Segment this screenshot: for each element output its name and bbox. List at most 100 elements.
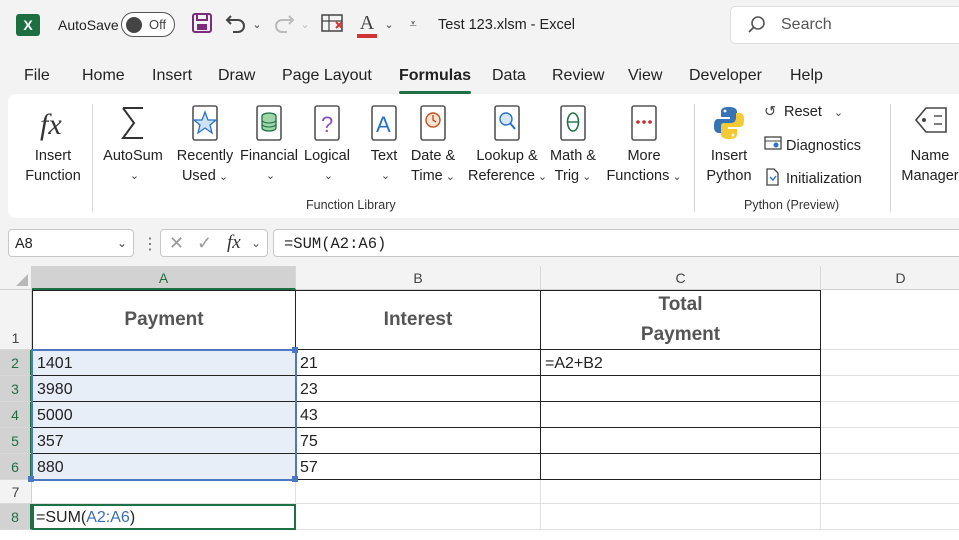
cell-b8[interactable]	[296, 504, 541, 530]
row-header-4[interactable]: 4	[0, 402, 32, 428]
more-functions-label-2: Functions ⌄	[606, 168, 682, 184]
cell-d2[interactable]	[821, 350, 959, 376]
tab-page-layout[interactable]: Page Layout	[282, 67, 372, 85]
logical-button[interactable]: ? Logical ⌄	[294, 102, 360, 186]
cell-c5[interactable]	[541, 428, 821, 454]
row-header-8[interactable]: 8	[0, 504, 32, 530]
row-header-5[interactable]: 5	[0, 428, 32, 454]
cell-d4[interactable]	[821, 402, 959, 428]
insert-python-button[interactable]: Insert Python	[700, 102, 758, 186]
save-icon[interactable]	[190, 12, 214, 38]
chevron-down-icon[interactable]: ⌄	[251, 236, 261, 250]
formula-input[interactable]: =SUM(A2:A6)	[273, 229, 959, 257]
cell-c6[interactable]	[541, 454, 821, 480]
cell-c2[interactable]: =A2+B2	[541, 350, 821, 376]
autosum-button[interactable]: AutoSum ⌄	[100, 102, 166, 186]
cell-c7[interactable]	[541, 480, 821, 504]
formula-bar-grip-icon[interactable]: ⋮	[142, 234, 158, 254]
cell-d5[interactable]	[821, 428, 959, 454]
autosave-toggle[interactable]: Off	[121, 12, 175, 37]
search-box[interactable]: Search	[730, 6, 959, 44]
row-header-2[interactable]: 2	[0, 350, 32, 376]
tab-view[interactable]: View	[628, 67, 662, 85]
diagnostics-label: Diagnostics	[786, 137, 861, 154]
cell-b7[interactable]	[296, 480, 541, 504]
range-handle[interactable]	[292, 347, 298, 353]
cell-a8-active[interactable]: =SUM(A2:A6)	[32, 504, 296, 530]
cell-b2[interactable]: 21	[296, 350, 541, 376]
cell-b5[interactable]: 75	[296, 428, 541, 454]
insert-function-fx-icon[interactable]: fx	[227, 232, 241, 254]
cell-a1[interactable]: Payment	[32, 290, 296, 350]
tab-draw[interactable]: Draw	[218, 67, 255, 85]
row-header-1[interactable]: 1	[0, 290, 32, 350]
customize-toolbar-icon[interactable]: ⩡	[406, 16, 420, 42]
tab-data[interactable]: Data	[492, 67, 526, 85]
undo-icon[interactable]	[224, 12, 248, 38]
toggle-knob	[126, 16, 142, 33]
name-manager-button[interactable]: Name Manager	[900, 102, 959, 186]
range-handle[interactable]	[28, 476, 34, 482]
redo-icon[interactable]	[272, 12, 296, 38]
cell-c4[interactable]	[541, 402, 821, 428]
enter-check-icon[interactable]: ✓	[197, 233, 212, 254]
cell-c1[interactable]: Total Payment	[541, 290, 821, 350]
undo-dropdown-icon[interactable]: ⌄	[250, 18, 264, 44]
search-placeholder: Search	[781, 16, 832, 33]
cell-a2[interactable]: 1401	[32, 350, 296, 376]
cell-b3[interactable]: 23	[296, 376, 541, 402]
tab-file[interactable]: File	[24, 67, 50, 85]
reset-button[interactable]: ↺ Reset ⌄	[764, 104, 843, 120]
delete-sheet-columns-icon[interactable]	[320, 12, 346, 38]
insert-function-button[interactable]: fx Insert Function	[20, 102, 86, 186]
date-time-button[interactable]: Date & Time ⌄	[402, 102, 464, 187]
cell-d7[interactable]	[821, 480, 959, 504]
reset-label: Reset	[784, 104, 822, 120]
cell-a7[interactable]	[32, 480, 296, 504]
column-header-a[interactable]: A	[32, 266, 296, 290]
tab-review[interactable]: Review	[552, 67, 604, 85]
cell-a5[interactable]: 357	[32, 428, 296, 454]
tab-home[interactable]: Home	[82, 67, 125, 85]
cell-value: 3980	[37, 381, 73, 398]
question-book-icon: ?	[314, 105, 340, 141]
cancel-icon[interactable]: ✕	[169, 233, 184, 254]
column-header-c[interactable]: C	[541, 266, 821, 290]
name-manager-label-1: Name	[910, 148, 950, 164]
cell-b1[interactable]: Interest	[296, 290, 541, 350]
header-payment: Payment	[124, 309, 204, 330]
text-button[interactable]: A Text ⌄	[360, 102, 408, 186]
initialization-button[interactable]: Initialization	[764, 168, 862, 190]
lookup-reference-button[interactable]: Lookup & Reference ⌄	[468, 102, 547, 187]
cell-d3[interactable]	[821, 376, 959, 402]
cell-c3[interactable]	[541, 376, 821, 402]
tab-formulas[interactable]: Formulas	[399, 67, 472, 94]
select-all-corner[interactable]	[0, 266, 32, 290]
header-interest: Interest	[383, 309, 453, 330]
row-header-7[interactable]: 7	[0, 480, 32, 504]
diagnostics-button[interactable]: Diagnostics	[764, 136, 861, 156]
column-header-b[interactable]: B	[296, 266, 541, 290]
tab-developer[interactable]: Developer	[689, 67, 762, 85]
cell-d1[interactable]	[821, 290, 959, 350]
range-handle[interactable]	[292, 476, 298, 482]
cell-d8[interactable]	[821, 504, 959, 530]
cell-b6[interactable]: 57	[296, 454, 541, 480]
column-header-d[interactable]: D	[821, 266, 959, 290]
ribbon: fx Insert Function AutoSum ⌄ Recently Us…	[8, 94, 959, 218]
cell-a3[interactable]: 3980	[32, 376, 296, 402]
tab-help[interactable]: Help	[790, 67, 823, 85]
font-color-dropdown-icon[interactable]: ⌄	[382, 18, 396, 44]
cell-a6[interactable]: 880	[32, 454, 296, 480]
font-color-icon[interactable]: A	[356, 12, 378, 38]
cell-b4[interactable]: 43	[296, 402, 541, 428]
math-trig-button[interactable]: Math & Trig ⌄	[544, 102, 602, 187]
cell-a4[interactable]: 5000	[32, 402, 296, 428]
cell-d6[interactable]	[821, 454, 959, 480]
redo-dropdown-icon[interactable]: ⌄	[298, 18, 312, 44]
more-functions-button[interactable]: More Functions ⌄	[606, 102, 682, 187]
cell-c8[interactable]	[541, 504, 821, 530]
row-header-3[interactable]: 3	[0, 376, 32, 402]
name-box[interactable]: A8 ⌄	[8, 229, 134, 257]
tab-insert[interactable]: Insert	[152, 67, 192, 85]
